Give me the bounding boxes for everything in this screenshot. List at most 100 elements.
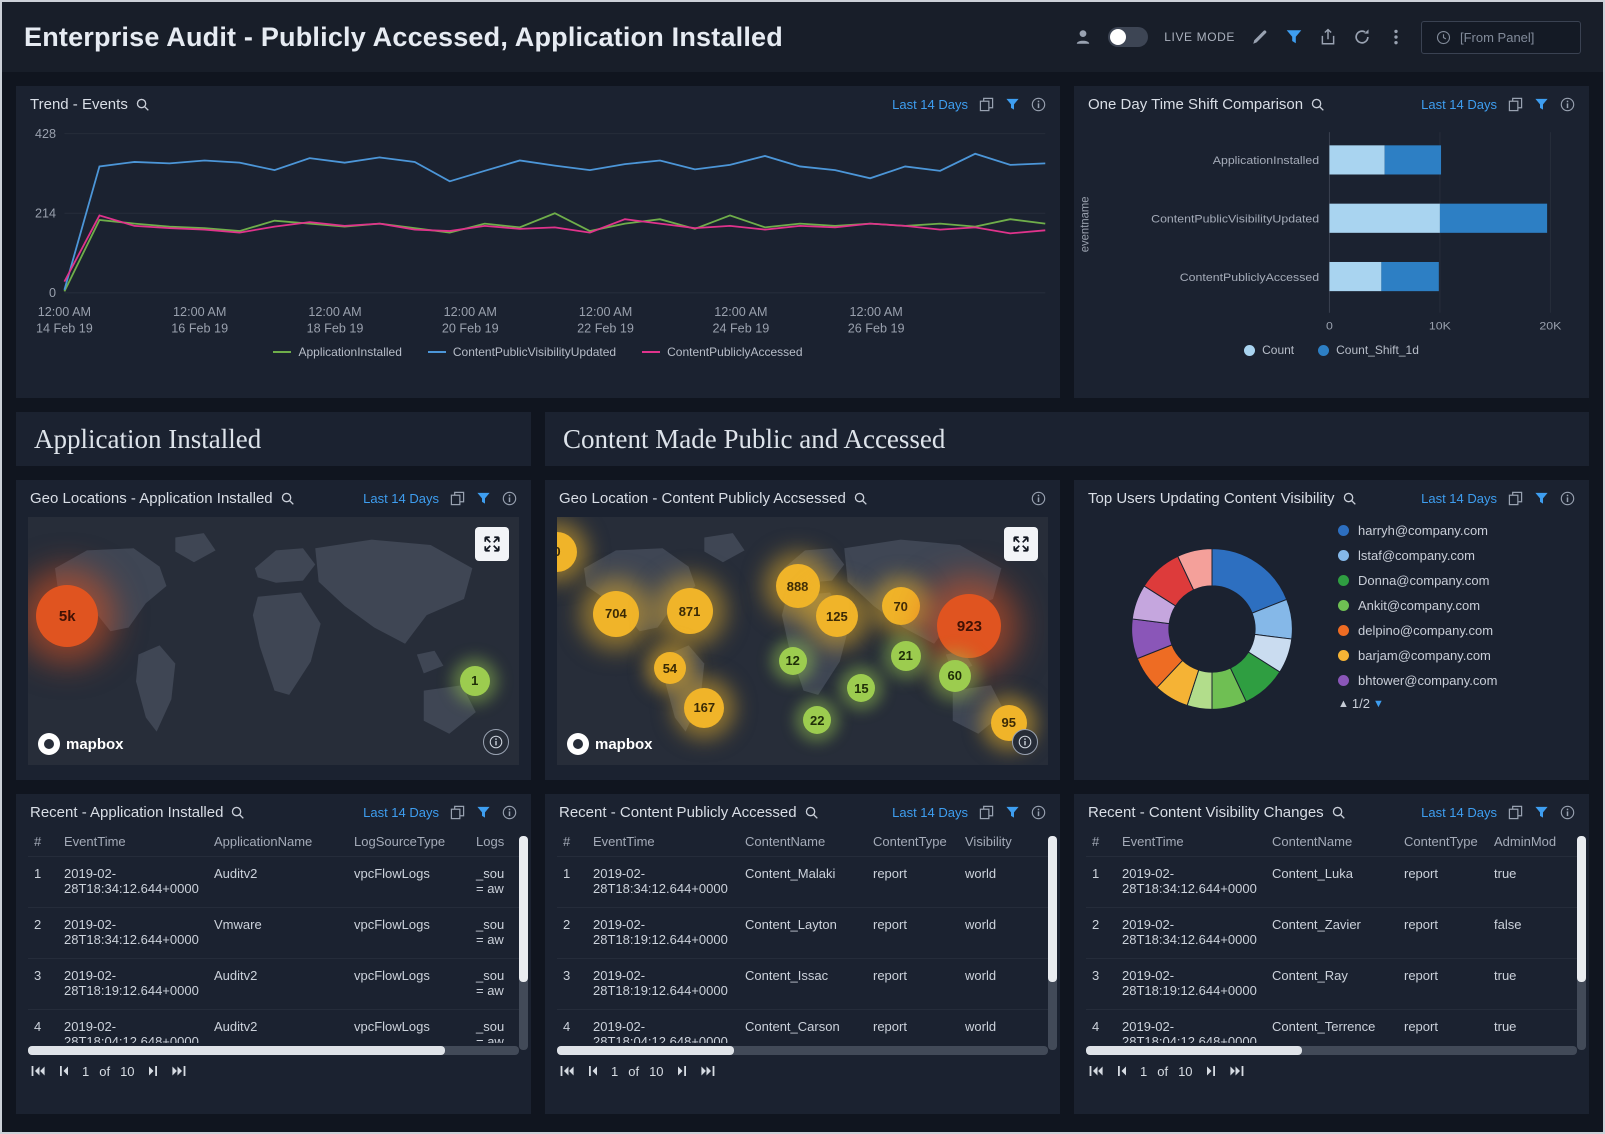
- column-header[interactable]: EventTime: [587, 827, 739, 857]
- map-bubble[interactable]: 5k: [36, 585, 98, 647]
- table-row[interactable]: 42019-02-28T18:04:12.648+0000Auditv2vpcF…: [28, 1010, 519, 1044]
- legend-item[interactable]: barjam@company.com: [1338, 648, 1497, 663]
- bar-Count[interactable]: [1329, 204, 1439, 233]
- time-range-link[interactable]: Last 14 Days: [1421, 491, 1497, 506]
- column-header[interactable]: ContentName: [1266, 827, 1398, 857]
- column-header[interactable]: Logs: [470, 827, 519, 857]
- info-icon[interactable]: [502, 491, 517, 506]
- legend-item[interactable]: Count_Shift_1d: [1318, 343, 1419, 357]
- filter-icon[interactable]: [1534, 805, 1549, 820]
- bar-Count[interactable]: [1329, 145, 1384, 174]
- table-row[interactable]: 22019-02-28T18:19:12.644+0000Content_Lay…: [557, 908, 1048, 959]
- copy-icon[interactable]: [979, 97, 994, 112]
- scrollbar-thumb[interactable]: [1577, 836, 1586, 982]
- table-row[interactable]: 22019-02-28T18:34:12.644+0000Content_Zav…: [1086, 908, 1577, 959]
- first-page-icon[interactable]: [1088, 1063, 1104, 1079]
- line-series-ContentPubliclyAccessed[interactable]: [64, 215, 1045, 281]
- map-bubble[interactable]: 871: [667, 588, 713, 634]
- mapbox-logo[interactable]: mapbox: [38, 733, 124, 755]
- column-header[interactable]: LogSourceType: [348, 827, 470, 857]
- last-page-icon[interactable]: [171, 1063, 187, 1079]
- map-bubble[interactable]: 70: [882, 587, 920, 625]
- zoom-icon[interactable]: [280, 491, 295, 506]
- from-panel-dropdown[interactable]: [From Panel]: [1421, 21, 1581, 54]
- next-page-icon[interactable]: [674, 1063, 690, 1079]
- table-row[interactable]: 42019-02-28T18:04:12.648+0000Content_Ter…: [1086, 1010, 1577, 1044]
- copy-icon[interactable]: [1508, 491, 1523, 506]
- column-header[interactable]: #: [28, 827, 58, 857]
- info-icon[interactable]: [1031, 805, 1046, 820]
- info-icon[interactable]: [1031, 491, 1046, 506]
- map-bubble[interactable]: 12: [779, 647, 807, 675]
- world-map[interactable]: 08887048711257092321125460151672295 mapb…: [557, 517, 1048, 765]
- column-header[interactable]: AdminMod: [1488, 827, 1577, 857]
- legend-pagination[interactable]: ▲ 1/2 ▼: [1338, 696, 1497, 711]
- scrollbar-thumb[interactable]: [28, 1046, 445, 1055]
- copy-icon[interactable]: [450, 491, 465, 506]
- column-header[interactable]: ContentName: [739, 827, 867, 857]
- filter-icon[interactable]: [1534, 491, 1549, 506]
- legend-item[interactable]: Donna@company.com: [1338, 573, 1497, 588]
- legend-item[interactable]: bhtower@company.com: [1338, 673, 1497, 688]
- table-row[interactable]: 32019-02-28T18:19:12.644+0000Content_Ray…: [1086, 959, 1577, 1010]
- legend-item[interactable]: ApplicationInstalled: [273, 345, 401, 359]
- map-bubble[interactable]: 22: [803, 706, 831, 734]
- map-bubble[interactable]: 125: [816, 595, 858, 637]
- horizontal-scrollbar[interactable]: [28, 1046, 519, 1055]
- edit-pencil-icon[interactable]: [1251, 28, 1269, 46]
- vertical-scrollbar[interactable]: [1048, 836, 1057, 1050]
- table-row[interactable]: 12019-02-28T18:34:12.644+0000Content_Mal…: [557, 857, 1048, 908]
- table-row[interactable]: 42019-02-28T18:04:12.648+0000Content_Car…: [557, 1010, 1048, 1044]
- map-bubble[interactable]: 15: [847, 674, 875, 702]
- legend-page-up-icon[interactable]: ▲: [1338, 698, 1349, 710]
- user-icon[interactable]: [1074, 28, 1092, 46]
- horizontal-scrollbar[interactable]: [1086, 1046, 1577, 1055]
- copy-icon[interactable]: [450, 805, 465, 820]
- line-series-ContentPublicVisibilityUpdated[interactable]: [64, 154, 1045, 290]
- prev-page-icon[interactable]: [1114, 1063, 1130, 1079]
- zoom-icon[interactable]: [135, 97, 150, 112]
- prev-page-icon[interactable]: [56, 1063, 72, 1079]
- column-header[interactable]: ContentType: [867, 827, 959, 857]
- map-bubble[interactable]: 60: [939, 660, 971, 692]
- map-attribution-info-button[interactable]: [483, 729, 509, 755]
- map-bubble[interactable]: 923: [937, 594, 1001, 658]
- map-bubble[interactable]: 54: [654, 652, 686, 684]
- share-icon[interactable]: [1319, 28, 1337, 46]
- column-header[interactable]: #: [1086, 827, 1116, 857]
- bar-Count_Shift_1d[interactable]: [1381, 262, 1438, 291]
- legend-item[interactable]: delpino@company.com: [1338, 623, 1497, 638]
- kebab-menu-icon[interactable]: [1387, 28, 1405, 46]
- legend-page-down-icon[interactable]: ▼: [1373, 698, 1384, 710]
- filter-icon[interactable]: [1005, 97, 1020, 112]
- time-range-link[interactable]: Last 14 Days: [892, 97, 968, 112]
- filter-icon[interactable]: [1285, 28, 1303, 46]
- zoom-icon[interactable]: [804, 805, 819, 820]
- info-icon[interactable]: [1560, 97, 1575, 112]
- table-row[interactable]: 12019-02-28T18:34:12.644+0000Content_Luk…: [1086, 857, 1577, 908]
- horizontal-scrollbar[interactable]: [557, 1046, 1048, 1055]
- prev-page-icon[interactable]: [585, 1063, 601, 1079]
- table-row[interactable]: 22019-02-28T18:34:12.644+0000VmwarevpcFl…: [28, 908, 519, 959]
- bar-Count_Shift_1d[interactable]: [1440, 204, 1547, 233]
- next-page-icon[interactable]: [1203, 1063, 1219, 1079]
- first-page-icon[interactable]: [30, 1063, 46, 1079]
- copy-icon[interactable]: [1508, 805, 1523, 820]
- last-page-icon[interactable]: [1229, 1063, 1245, 1079]
- info-icon[interactable]: [502, 805, 517, 820]
- legend-item[interactable]: ContentPublicVisibilityUpdated: [428, 345, 616, 359]
- vertical-scrollbar[interactable]: [1577, 836, 1586, 1050]
- column-header[interactable]: EventTime: [1116, 827, 1266, 857]
- time-range-link[interactable]: Last 14 Days: [1421, 805, 1497, 820]
- vertical-scrollbar[interactable]: [519, 836, 528, 1050]
- zoom-icon[interactable]: [230, 805, 245, 820]
- map-bubble[interactable]: 21: [891, 641, 921, 671]
- scrollbar-thumb[interactable]: [1048, 836, 1057, 982]
- time-range-link[interactable]: Last 14 Days: [892, 805, 968, 820]
- legend-item[interactable]: Count: [1244, 343, 1294, 357]
- time-range-link[interactable]: Last 14 Days: [363, 491, 439, 506]
- refresh-icon[interactable]: [1353, 28, 1371, 46]
- time-range-link[interactable]: Last 14 Days: [363, 805, 439, 820]
- map-bubble[interactable]: 704: [593, 591, 639, 637]
- bar-Count[interactable]: [1329, 262, 1381, 291]
